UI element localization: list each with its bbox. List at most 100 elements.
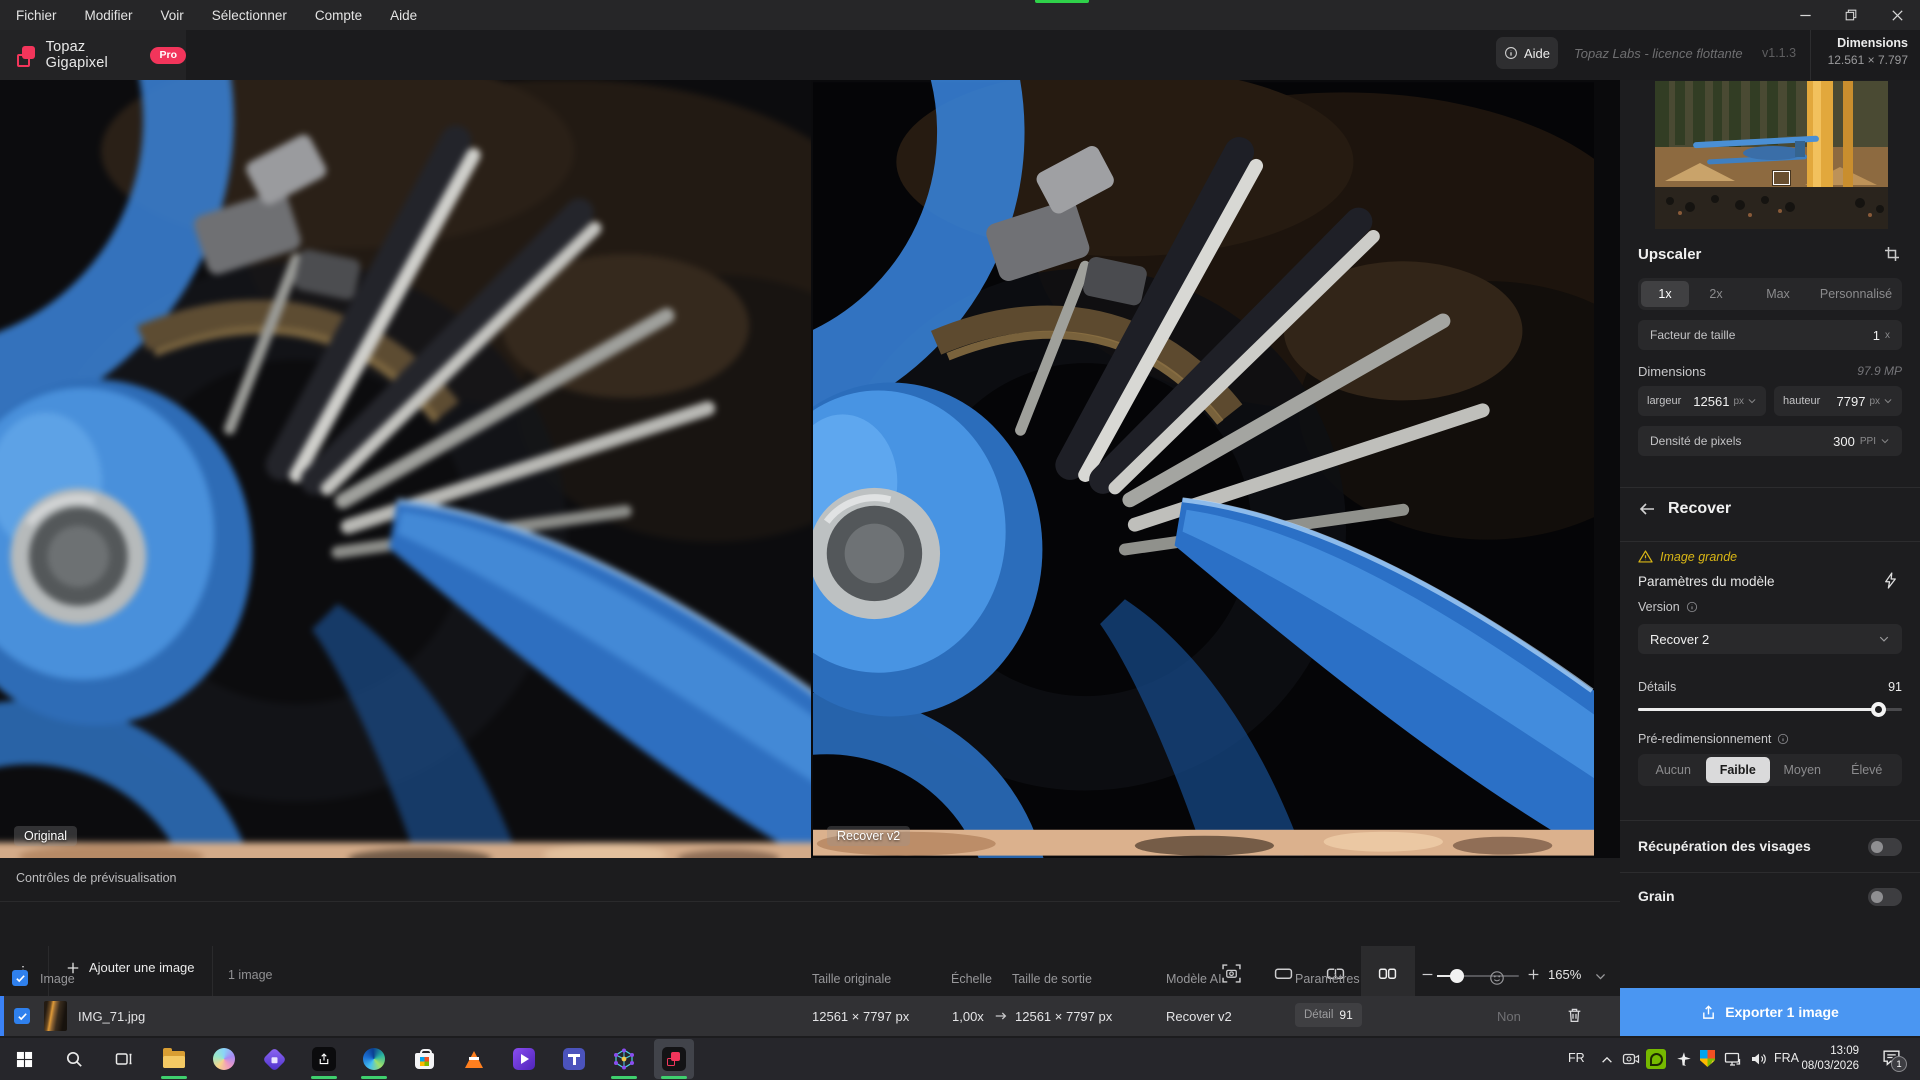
language-long[interactable]: FRA	[1774, 1051, 1799, 1065]
col-image[interactable]: Image	[40, 972, 75, 986]
movies-tv-button[interactable]	[504, 1039, 544, 1079]
brand-panel: Topaz Gigapixel Pro	[0, 30, 186, 80]
zoom-out-icon[interactable]	[1421, 968, 1434, 981]
menu-selectionner[interactable]: Sélectionner	[198, 0, 301, 30]
param-chip[interactable]: Détail 91	[1295, 1003, 1362, 1027]
width-field[interactable]: largeur 12561 px	[1638, 386, 1766, 416]
height-field[interactable]: hauteur 7797 px	[1774, 386, 1902, 416]
taskbar-search[interactable]	[54, 1039, 94, 1079]
mode-max[interactable]: Max	[1743, 281, 1813, 307]
file-explorer-button[interactable]	[154, 1039, 194, 1079]
preresize-moyen[interactable]: Moyen	[1770, 757, 1835, 783]
running-indicator	[611, 1076, 637, 1079]
menu-compte[interactable]: Compte	[301, 0, 376, 30]
menu-voir[interactable]: Voir	[147, 0, 198, 30]
dropdown-chevron-icon	[1878, 633, 1890, 645]
zoom-region-indicator[interactable]	[1773, 171, 1790, 185]
running-indicator	[311, 1076, 337, 1079]
col-output-size[interactable]: Taille de sortie	[1012, 972, 1092, 986]
gigapixel-active-button[interactable]	[654, 1039, 694, 1079]
details-slider[interactable]	[1638, 708, 1902, 711]
running-indicator	[361, 1076, 387, 1079]
language-short[interactable]: FR	[1568, 1051, 1585, 1065]
running-indicator	[661, 1076, 687, 1079]
screen-record-icon[interactable]	[1622, 1051, 1640, 1067]
row-ai-model: Recover v2	[1166, 1009, 1232, 1024]
table-row[interactable]: IMG_71.jpg 12561 × 7797 px 1,00x 12561 ×…	[0, 996, 1620, 1036]
volume-icon[interactable]	[1750, 1051, 1768, 1067]
export-button[interactable]: Exporter 1 image	[1620, 988, 1920, 1036]
mode-personnalise[interactable]: Personnalisé	[1813, 281, 1899, 307]
vlc-button[interactable]	[454, 1039, 494, 1079]
pixel-density-field[interactable]: Densité de pixels 300 PPI	[1638, 426, 1902, 456]
copilot-button[interactable]	[204, 1039, 244, 1079]
back-arrow-icon[interactable]	[1638, 501, 1656, 517]
notification-center[interactable]: 1	[1882, 1049, 1901, 1066]
add-image-button[interactable]: Ajouter une image	[66, 960, 195, 975]
navigation-thumbnail[interactable]	[1655, 81, 1888, 229]
trash-icon[interactable]	[1566, 1007, 1583, 1024]
nvidia-icon[interactable]	[1646, 1049, 1666, 1069]
model-version-dropdown[interactable]: Recover 2	[1638, 624, 1902, 654]
select-all-checkbox[interactable]	[12, 970, 28, 986]
close-button[interactable]	[1874, 0, 1920, 30]
task-view-button[interactable]	[104, 1039, 144, 1079]
grain-toggle[interactable]	[1868, 888, 1902, 906]
topaz-photo-ai-button[interactable]	[254, 1039, 294, 1079]
menu-modifier[interactable]: Modifier	[71, 0, 147, 30]
side-by-side-view-icon[interactable]	[1378, 964, 1397, 983]
zoom-percent[interactable]: 165%	[1548, 967, 1581, 982]
details-value: 91	[1888, 680, 1902, 694]
zoom-in-icon[interactable]	[1527, 968, 1540, 981]
preview-pane-original[interactable]	[0, 80, 811, 858]
col-params[interactable]: Paramètres	[1295, 972, 1360, 986]
col-scale[interactable]: Échelle	[951, 972, 992, 986]
clock[interactable]: 13:09 08/03/2026	[1799, 1044, 1859, 1074]
scale-factor-field[interactable]: Facteur de taille 1 x	[1638, 320, 1902, 350]
security-shield-icon[interactable]	[1700, 1050, 1715, 1067]
row-checkbox[interactable]	[14, 1008, 30, 1024]
tray-chevron-up-icon[interactable]	[1600, 1053, 1614, 1067]
restore-button[interactable]	[1828, 0, 1874, 30]
preresize-info-icon[interactable]	[1777, 733, 1789, 745]
lightning-icon[interactable]	[1882, 572, 1899, 589]
face-recovery-toggle[interactable]	[1868, 838, 1902, 856]
row-filename: IMG_71.jpg	[78, 1009, 145, 1024]
preview-pane-processed[interactable]	[813, 80, 1620, 858]
version-info-icon[interactable]	[1686, 601, 1698, 613]
microsoft-store-button[interactable]	[404, 1039, 444, 1079]
recover-title: Recover	[1668, 500, 1731, 518]
edge-button[interactable]	[354, 1039, 394, 1079]
zoom-slider[interactable]	[1437, 975, 1519, 977]
network-icon[interactable]	[1724, 1051, 1742, 1067]
upscale-mode-segment: 1x 2x Max Personnalisé	[1638, 278, 1902, 310]
preresize-eleve[interactable]: Élevé	[1835, 757, 1900, 783]
crop-icon[interactable]	[1884, 246, 1900, 262]
clock-date: 08/03/2026	[1799, 1059, 1859, 1074]
preresize-aucun[interactable]: Aucun	[1641, 757, 1706, 783]
smiley-icon[interactable]	[1489, 970, 1505, 986]
airplane-mode-icon[interactable]	[1676, 1051, 1692, 1067]
zoom-chevron-icon[interactable]	[1594, 970, 1607, 983]
start-button[interactable]	[4, 1039, 44, 1079]
col-ai-model[interactable]: Modèle AI	[1166, 972, 1222, 986]
notification-badge: 1	[1891, 1056, 1907, 1072]
snapshot-focus-icon[interactable]	[1222, 964, 1241, 983]
recover-v2-label: Recover v2	[827, 826, 910, 846]
mesh-app-button[interactable]	[604, 1039, 644, 1079]
preview-area: Original Recover v2	[0, 80, 1620, 858]
topaz-video-ai-button[interactable]	[304, 1039, 344, 1079]
preresize-faible[interactable]: Faible	[1706, 757, 1771, 783]
mode-1x[interactable]: 1x	[1641, 281, 1689, 307]
minimize-button[interactable]	[1782, 0, 1828, 30]
mode-2x[interactable]: 2x	[1689, 281, 1743, 307]
col-original-size[interactable]: Taille originale	[812, 972, 891, 986]
menu-fichier[interactable]: Fichier	[2, 0, 71, 30]
teams-button[interactable]	[554, 1039, 594, 1079]
scale-factor-value: 1	[1873, 328, 1880, 343]
menu-aide[interactable]: Aide	[376, 0, 431, 30]
details-slider-handle[interactable]	[1871, 702, 1886, 717]
help-button[interactable]: Aide	[1496, 37, 1558, 69]
zoom-slider-handle[interactable]	[1450, 969, 1464, 983]
single-view-icon[interactable]	[1274, 964, 1293, 983]
